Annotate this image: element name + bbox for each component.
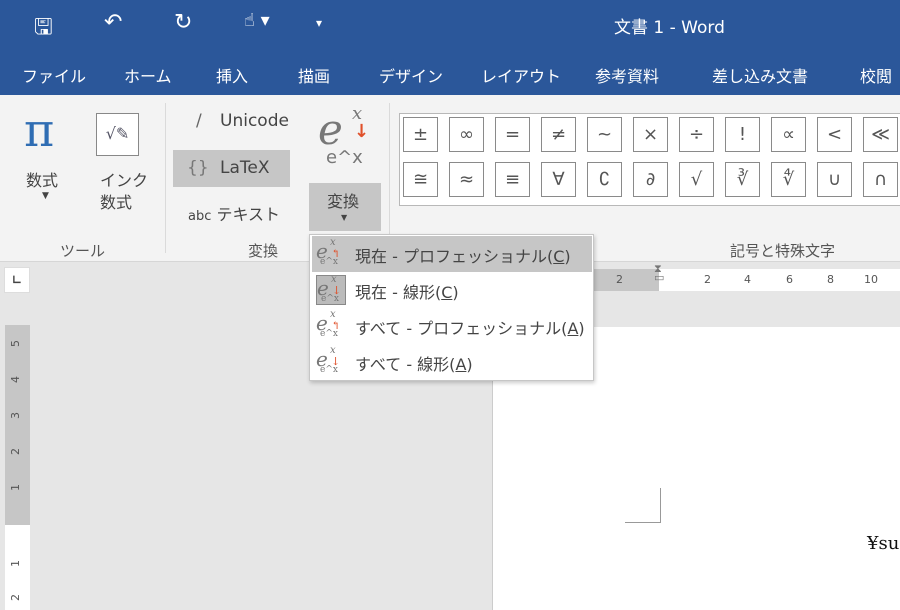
convert-dropdown-menu: e x ↰ e^x 現在 - プロフェッショナル(C) e x ↓ e^x 現在 - 線形(C) e… (309, 234, 594, 381)
unicode-button[interactable]: / Unicode (190, 111, 300, 137)
touch-mode-icon[interactable]: ☝ ▾ (244, 10, 270, 31)
tab-layout[interactable]: レイアウト (481, 63, 561, 87)
convert-button[interactable]: 変換 ▼ (309, 183, 381, 231)
symbol-button[interactable]: ∩ (863, 162, 898, 197)
symbol-button[interactable]: ± (403, 117, 438, 152)
ribbon-tabs: ファイル ホーム 挿入 描画 デザイン レイアウト 参考資料 差し込み文書 校閲 (0, 50, 900, 95)
equation-convert-icon: e x ↓ e^x (316, 274, 346, 305)
symbol-button[interactable]: ∁ (587, 162, 622, 197)
ruler-tick-label: 3 (9, 412, 22, 419)
symbol-button[interactable]: ! (725, 117, 760, 152)
symbol-button[interactable]: √ (679, 162, 714, 197)
equation-button[interactable]: π 数式 ▼ (12, 103, 80, 223)
equation-convert-icon: e x ↰ e^x (316, 309, 341, 339)
symbol-button[interactable]: ∛ (725, 162, 760, 197)
symbol-button[interactable]: ∞ (449, 117, 484, 152)
symbol-button[interactable]: = (495, 117, 530, 152)
equation-convert-icon: e x ↓ e^x (316, 345, 341, 375)
ruler-tick-label: 10 (864, 273, 878, 286)
ink-label-2: 数式 (100, 193, 133, 212)
ruler-tick-label: 2 (616, 273, 623, 286)
tools-group-label: ツール (60, 242, 106, 260)
menu-item[interactable]: e x ↰ e^x すべて - プロフェッショナル(A) (312, 308, 592, 344)
margin-corner-mark (625, 488, 661, 523)
braces-icon: {} (187, 158, 209, 178)
tab-draw[interactable]: 描画 (298, 63, 330, 87)
indent-marker[interactable]: ⧗ ▭ (654, 263, 664, 283)
menu-item-label: すべて - 線形(A) (355, 355, 473, 374)
ruler-tick-label: 5 (9, 340, 22, 347)
undo-icon[interactable]: ↶ (104, 10, 122, 35)
ruler-tick-label: 1 (9, 484, 22, 491)
customize-icon[interactable]: ▾ (316, 16, 322, 30)
menu-item[interactable]: e x ↓ e^x すべて - 線形(A) (312, 344, 592, 380)
equation-convert-icon: e x ↰ e^x (316, 237, 341, 267)
chevron-down-icon: ▼ (341, 213, 348, 222)
latex-button[interactable]: {} LaTeX (173, 150, 290, 187)
menu-item-label: 現在 - 線形(C) (355, 283, 459, 302)
tab-selector[interactable]: ∟ (4, 267, 30, 293)
text-button[interactable]: abc テキスト (188, 201, 298, 227)
pi-icon: π (24, 103, 55, 157)
symbol-button[interactable]: ≪ (863, 117, 898, 152)
vertical-ruler[interactable]: 5 4 3 2 1 1 2 (5, 325, 30, 610)
symbol-button[interactable]: × (633, 117, 668, 152)
symbol-button[interactable]: ∜ (771, 162, 806, 197)
symbol-button[interactable]: ∪ (817, 162, 852, 197)
convert-icon: e x ↓ e^x (318, 103, 370, 168)
symbol-button[interactable]: ≅ (403, 162, 438, 197)
tab-design[interactable]: デザイン (379, 63, 443, 87)
menu-item-label: 現在 - プロフェッショナル(C) (355, 247, 571, 266)
ruler-tick-label: 8 (827, 273, 834, 286)
tab-file[interactable]: ファイル (22, 63, 86, 87)
chevron-down-icon: ▼ (42, 191, 49, 201)
symbol-button[interactable]: ~ (587, 117, 622, 152)
document-text[interactable]: ¥su (867, 533, 899, 554)
horizontal-ruler[interactable]: 2 2 4 6 8 10 ⧗ ▭ (594, 263, 900, 291)
title-bar: 🖫 ↶ ↻ ☝ ▾ ▾ 文書 1 - Word (0, 0, 900, 50)
menu-item[interactable]: e x ↓ e^x 現在 - 線形(C) (312, 272, 592, 308)
menu-item-label: すべて - プロフェッショナル(A) (355, 319, 585, 338)
save-icon[interactable]: 🖫 (34, 10, 53, 48)
latex-label: LaTeX (220, 158, 270, 178)
symbol-button[interactable]: ≡ (495, 162, 530, 197)
ruler-tick-label: 4 (744, 273, 751, 286)
ruler-tick-label: 2 (9, 448, 22, 455)
ruler-tick-label: 1 (9, 560, 22, 567)
tab-home[interactable]: ホーム (124, 63, 172, 87)
ink-equation-button[interactable]: √✎ インク 数式 (88, 103, 150, 213)
tab-references[interactable]: 参考資料 (595, 63, 659, 87)
symbol-button[interactable]: ∂ (633, 162, 668, 197)
symbol-gallery: ± ∞ = ≠ ~ × ÷! ∝ < ≪ ≅ ≈ ≡ ∀ ∁ ∂ √ ∛ ∜ ∪ ∩ (399, 113, 900, 206)
slash-icon: / (196, 111, 202, 131)
redo-icon[interactable]: ↻ (174, 10, 192, 35)
ruler-tick-label: 4 (9, 376, 22, 383)
symbols-group-label: 記号と特殊文字 (730, 242, 836, 260)
ruler-tick-label: 2 (704, 273, 711, 286)
equation-label: 数式 (26, 171, 59, 190)
symbol-button[interactable]: ≈ (449, 162, 484, 197)
ink-equation-icon: √✎ (96, 113, 139, 156)
menu-item[interactable]: e x ↰ e^x 現在 - プロフェッショナル(C) (312, 236, 592, 272)
symbol-button[interactable]: ≠ (541, 117, 576, 152)
ink-label-1: インク (100, 171, 149, 190)
symbol-button[interactable]: ∝ (771, 117, 806, 152)
convert-group-label: 変換 (248, 242, 279, 260)
window-title: 文書 1 - Word (614, 18, 725, 38)
convert-label: 変換 (327, 192, 360, 211)
tab-mailings[interactable]: 差し込み文書 (712, 63, 808, 87)
symbol-button[interactable]: ∀ (541, 162, 576, 197)
divider (165, 103, 166, 253)
divider (389, 103, 390, 253)
tab-insert[interactable]: 挿入 (216, 63, 248, 87)
tab-review[interactable]: 校閲 (860, 63, 892, 87)
abc-icon: abc (188, 209, 212, 224)
ruler-tick-label: 6 (786, 273, 793, 286)
text-label: テキスト (216, 205, 280, 224)
symbol-button[interactable]: < (817, 117, 852, 152)
unicode-label: Unicode (220, 111, 289, 131)
ruler-tick-label: 2 (9, 594, 22, 601)
symbol-button[interactable]: ÷ (679, 117, 714, 152)
